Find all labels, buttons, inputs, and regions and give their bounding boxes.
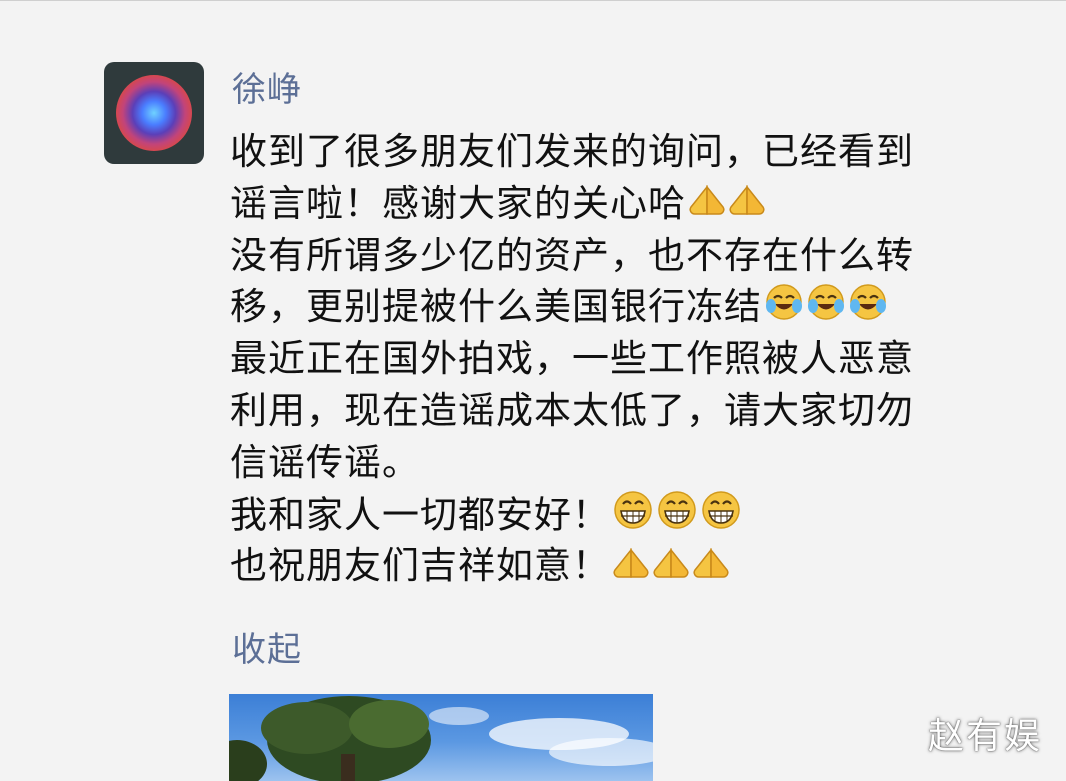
post-line-text: 收到了很多朋友们发来的询问，已经看到 [230,130,914,173]
photo-scene [229,696,653,781]
grin-emoji-icon [612,489,654,545]
post-line-text: 利用，现在造谣成本太低了，请大家切勿 [230,388,914,432]
post-line: 信谣传谣。 [230,437,990,489]
post-line-text: 也祝朋友们吉祥如意！ [230,544,610,588]
post-line: 我和家人一切都安好！ [230,489,990,541]
post-line: 收到了很多朋友们发来的询问，已经看到 [230,126,990,178]
top-divider [0,0,1066,1]
post-line-text: 移，更别提被什么美国银行冻结 [230,285,762,329]
watermark: 赵有娱 [928,716,1043,757]
post-line-text: 信谣传谣。 [230,440,420,484]
post-line-text: 我和家人一切都安好！ [230,492,610,536]
post-photo[interactable] [229,694,653,781]
post-line-text: 没有所谓多少亿的资产，也不存在什么转 [230,233,914,277]
avatar-rings-image [116,75,192,151]
grin-emoji-icon [700,489,742,545]
pray-hands-icon [692,542,730,594]
post-line: 没有所谓多少亿的资产，也不存在什么转 [230,230,990,282]
post-line-text: 最近正在国外拍戏，一些工作照被人恶意 [230,337,914,381]
pray-hands-icon [652,542,690,594]
avatar[interactable] [104,62,204,164]
post-line-text: 谣言啦！感谢大家的关心哈 [230,181,686,225]
laugh-cry-emoji-icon [806,282,846,336]
post-line: 谣言啦！感谢大家的关心哈 [230,178,990,230]
post-line: 最近正在国外拍戏，一些工作照被人恶意 [230,333,990,385]
pray-hands-icon [728,179,766,231]
pray-hands-icon [688,179,726,231]
laugh-cry-emoji-icon [848,282,888,336]
post-line: 利用，现在造谣成本太低了，请大家切勿 [230,385,990,437]
grin-emoji-icon [656,489,698,545]
post-text: 收到了很多朋友们发来的询问，已经看到 谣言啦！感谢大家的关心哈没有所谓多少亿的资产… [230,126,990,592]
post-line: 移，更别提被什么美国银行冻结 [230,281,990,333]
pray-hands-icon [612,542,650,594]
laugh-cry-emoji-icon [764,282,804,336]
collapse-link[interactable]: 收起 [232,626,302,674]
author-name[interactable]: 徐峥 [232,66,302,114]
post-line: 也祝朋友们吉祥如意！ [230,540,990,592]
